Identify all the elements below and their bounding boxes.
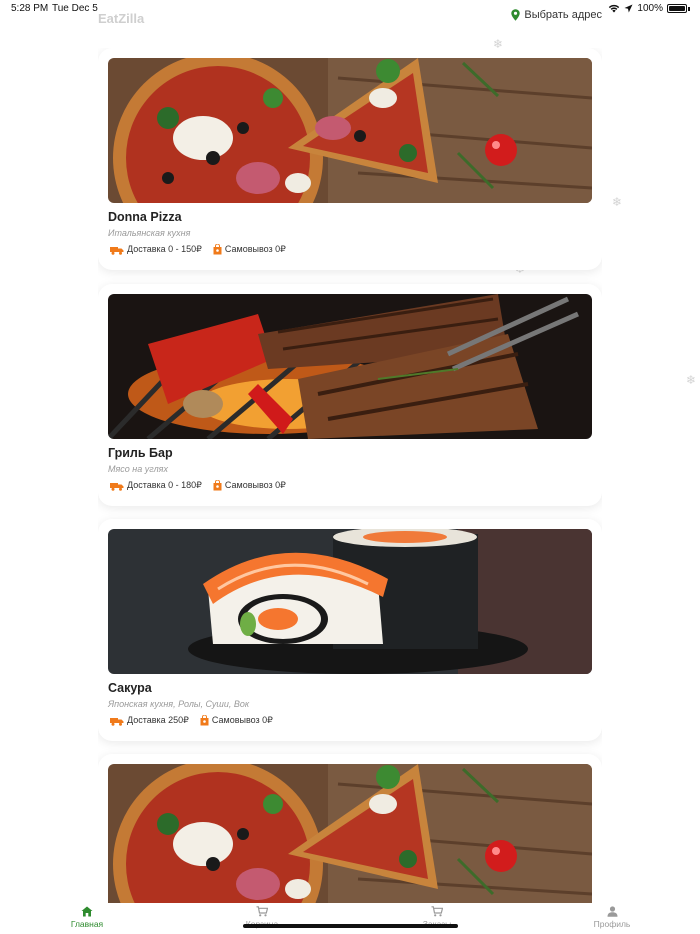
delivery-truck-icon (110, 246, 124, 255)
cart-icon (431, 906, 443, 917)
pickup-price: Самовывоз 0₽ (211, 715, 273, 725)
profile-icon (607, 906, 617, 917)
restaurant-name: Сакура (108, 681, 152, 695)
restaurant-cuisine: Мясо на углях (108, 464, 168, 474)
restaurant-image-pizza (108, 764, 592, 903)
home-indicator[interactable] (243, 924, 458, 928)
battery-icon (667, 4, 687, 13)
restaurant-name: Donna Pizza (108, 210, 182, 224)
restaurant-cuisine: Японская кухня, Ролы, Суши, Вок (108, 699, 250, 709)
tab-bar: Главная Корзина Заказы Профиль (0, 903, 700, 934)
delivery-price: Доставка 250₽ (127, 715, 189, 725)
restaurant-meta: Доставка 250₽ Самовывоз 0₽ (110, 715, 284, 726)
address-label: Выбрать адрес (524, 9, 602, 21)
delivery-price: Доставка 0 - 180₽ (127, 480, 202, 490)
pickup-price: Самовывоз 0₽ (224, 244, 286, 254)
delivery-info: Доставка 0 - 150₽ (110, 244, 202, 255)
snowflake-icon: ❄ (686, 373, 697, 387)
restaurant-feed[interactable]: Donna Pizza Итальянская кухня Доставка 0… (98, 48, 602, 903)
location-pin-icon (511, 9, 521, 21)
restaurant-image-grill (108, 294, 592, 439)
status-date: Tue Dec 5 (52, 3, 98, 14)
battery-tip (688, 6, 690, 11)
restaurant-name: Гриль Бар (108, 446, 173, 460)
cart-icon (256, 906, 268, 917)
snowflake-icon: ❄ (612, 195, 623, 209)
status-time: 5:28 PM (11, 3, 49, 14)
shopping-bag-icon (213, 480, 222, 491)
tab-label: Профиль (593, 919, 631, 929)
delivery-price: Доставка 0 - 150₽ (127, 244, 202, 254)
restaurant-image-sushi (108, 529, 592, 674)
pickup-info: Самовывоз 0₽ (200, 715, 273, 726)
shopping-bag-icon (213, 244, 222, 255)
restaurant-card[interactable] (98, 754, 602, 903)
address-selector[interactable]: Выбрать адрес (511, 9, 602, 21)
shopping-bag-icon (200, 715, 209, 726)
app-title: EatZilla (98, 11, 145, 26)
pickup-info: Самовывоз 0₽ (213, 480, 286, 491)
wifi-icon (609, 4, 620, 13)
tab-label: Главная (70, 919, 104, 929)
restaurant-image-pizza (108, 58, 592, 203)
tab-home[interactable]: Главная (47, 906, 127, 929)
home-icon (81, 906, 93, 917)
restaurant-card[interactable]: Donna Pizza Итальянская кухня Доставка 0… (98, 48, 602, 270)
delivery-info: Доставка 0 - 180₽ (110, 480, 202, 491)
delivery-info: Доставка 250₽ (110, 715, 189, 726)
pickup-info: Самовывоз 0₽ (213, 244, 286, 255)
status-indicators: 100% (608, 3, 690, 14)
tab-profile[interactable]: Профиль (572, 906, 652, 929)
restaurant-card[interactable]: Гриль Бар Мясо на углях Доставка 0 - 180… (98, 284, 602, 506)
restaurant-cuisine: Итальянская кухня (108, 228, 191, 238)
restaurant-meta: Доставка 0 - 180₽ Самовывоз 0₽ (110, 480, 297, 491)
delivery-truck-icon (110, 717, 124, 726)
delivery-truck-icon (110, 482, 124, 491)
restaurant-meta: Доставка 0 - 150₽ Самовывоз 0₽ (110, 244, 297, 255)
pickup-price: Самовывоз 0₽ (224, 480, 286, 490)
battery-percent: 100% (637, 3, 663, 14)
restaurant-card[interactable]: Сакура Японская кухня, Ролы, Суши, Вок Д… (98, 519, 602, 741)
location-arrow-icon (624, 4, 633, 13)
